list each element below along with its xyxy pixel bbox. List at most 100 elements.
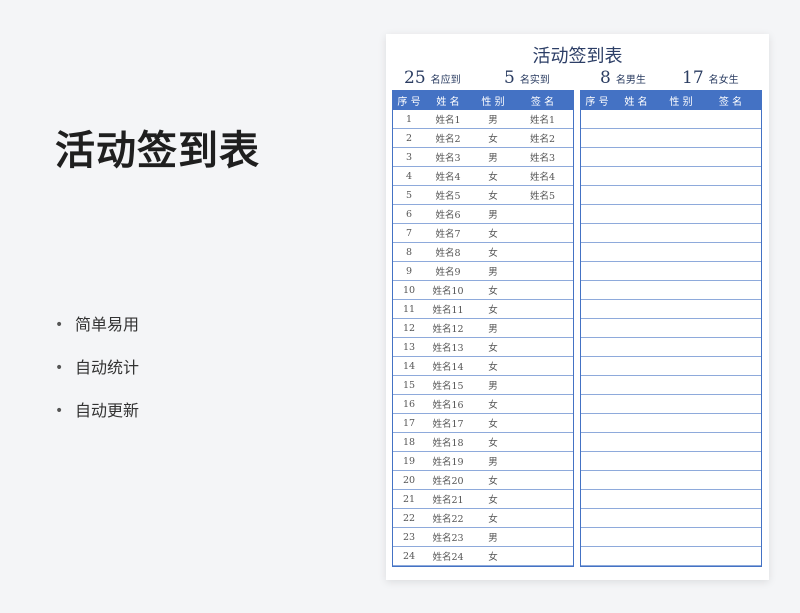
feature-item: • 自动统计: [55, 357, 139, 400]
cell-name: 姓名17: [432, 419, 464, 430]
table-row-empty: [581, 490, 761, 509]
cell-gender: 女: [488, 438, 498, 449]
cell-index: 19: [402, 455, 416, 467]
cell-gender: 女: [488, 248, 498, 259]
table-row-empty: [581, 433, 761, 452]
table-row: 1 姓名1 男 姓名1: [393, 110, 573, 129]
cell-name: 姓名21: [432, 495, 464, 506]
cell-gender: 女: [488, 172, 498, 183]
bullet-icon: •: [55, 360, 64, 376]
table-row-empty: [581, 452, 761, 471]
cell-name: 姓名19: [432, 457, 464, 468]
feature-label: 自动更新: [75, 401, 140, 420]
cell-index: 23: [402, 531, 416, 543]
table-row-empty: [581, 338, 761, 357]
cell-gender: 女: [488, 191, 498, 202]
table-row-empty: [581, 110, 761, 129]
table-row: 11 姓名11 女: [393, 300, 573, 319]
bullet-icon: •: [55, 403, 64, 419]
cell-gender: 男: [488, 324, 498, 335]
cell-name: 姓名20: [432, 476, 464, 487]
cell-index: 3: [405, 151, 413, 163]
table-row-empty: [581, 547, 761, 566]
cell-name: 姓名11: [432, 305, 464, 316]
cell-gender: 女: [488, 495, 498, 506]
table-row: 19 姓名19 男: [393, 452, 573, 471]
cell-index: 14: [402, 360, 416, 372]
cell-index: 24: [402, 550, 416, 562]
table-row-empty: [581, 243, 761, 262]
cell-index: 12: [402, 322, 416, 334]
cell-gender: 男: [488, 115, 498, 126]
table-row-empty: [581, 281, 761, 300]
stat-number: 8: [600, 68, 611, 88]
table-row: 17 姓名17 女: [393, 414, 573, 433]
table-row: 3 姓名3 男 姓名3: [393, 148, 573, 167]
stat-label: 名应到: [430, 75, 461, 86]
cell-signature: 姓名5: [529, 191, 556, 202]
cell-gender: 男: [488, 381, 498, 392]
table-row: 2 姓名2 女 姓名2: [393, 129, 573, 148]
table-row-empty: [581, 509, 761, 528]
cell-gender: 男: [488, 457, 498, 468]
stat-label: 名男生: [615, 75, 646, 86]
table-row: 7 姓名7 女: [393, 224, 573, 243]
cell-index: 7: [405, 227, 413, 239]
cell-name: 姓名22: [432, 514, 464, 525]
table-row: 21 姓名21 女: [393, 490, 573, 509]
table-row: 15 姓名15 男: [393, 376, 573, 395]
cell-gender: 男: [488, 210, 498, 221]
cell-index: 21: [402, 493, 416, 505]
table-row: 24 姓名24 女: [393, 547, 573, 566]
table-row: 16 姓名16 女: [393, 395, 573, 414]
cell-gender: 女: [488, 419, 498, 430]
table-row: 8 姓名8 女: [393, 243, 573, 262]
table-row: 22 姓名22 女: [393, 509, 573, 528]
cell-gender: 女: [488, 400, 498, 411]
cell-index: 22: [402, 512, 416, 524]
cell-name: 姓名23: [432, 533, 464, 544]
cell-name: 姓名14: [432, 362, 464, 373]
stat-male: 8 名男生: [600, 68, 646, 88]
stat-attended: 5 名实到: [504, 68, 550, 88]
table-row-empty: [581, 148, 761, 167]
cell-name: 姓名10: [432, 286, 464, 297]
table-row: 13 姓名13 女: [393, 338, 573, 357]
cell-index: 17: [402, 417, 416, 429]
table-row: 12 姓名12 男: [393, 319, 573, 338]
header-name: 姓 名: [624, 97, 648, 108]
table-row: 6 姓名6 男: [393, 205, 573, 224]
bullet-icon: •: [55, 317, 64, 333]
cell-signature: 姓名2: [529, 134, 556, 145]
feature-item: • 简单易用: [55, 314, 139, 357]
cell-name: 姓名2: [435, 134, 461, 145]
cell-index: 13: [402, 341, 416, 353]
cell-name: 姓名6: [435, 210, 461, 221]
cell-signature: 姓名1: [529, 115, 556, 126]
cell-name: 姓名4: [435, 172, 461, 183]
cell-index: 6: [405, 208, 413, 220]
cell-gender: 男: [488, 533, 498, 544]
table-row-empty: [581, 167, 761, 186]
cell-name: 姓名8: [435, 248, 461, 259]
feature-list: • 简单易用 • 自动统计 • 自动更新: [55, 314, 139, 443]
table-row: 9 姓名9 男: [393, 262, 573, 281]
cell-gender: 女: [488, 552, 498, 563]
table-row: 10 姓名10 女: [393, 281, 573, 300]
table-row-empty: [581, 224, 761, 243]
table-header: 序 号 姓 名 性 别 签 名: [581, 91, 761, 110]
cell-index: 18: [402, 436, 416, 448]
table-row-empty: [581, 471, 761, 490]
cell-index: 16: [402, 398, 416, 410]
feature-label: 自动统计: [75, 358, 140, 377]
cell-signature: 姓名3: [529, 153, 556, 164]
table-row-empty: [581, 300, 761, 319]
cell-index: 5: [405, 189, 413, 201]
feature-item: • 自动更新: [55, 400, 139, 443]
table-header: 序 号 姓 名 性 别 签 名: [393, 91, 573, 110]
signin-sheet: 活动签到表 25 名应到 5 名实到 8 名男生 17 名女生 序 号 姓 名 性 别 …: [386, 34, 769, 580]
cell-gender: 男: [488, 267, 498, 278]
table-row: 14 姓名14 女: [393, 357, 573, 376]
stat-label: 名实到: [519, 75, 550, 86]
table-row-empty: [581, 205, 761, 224]
